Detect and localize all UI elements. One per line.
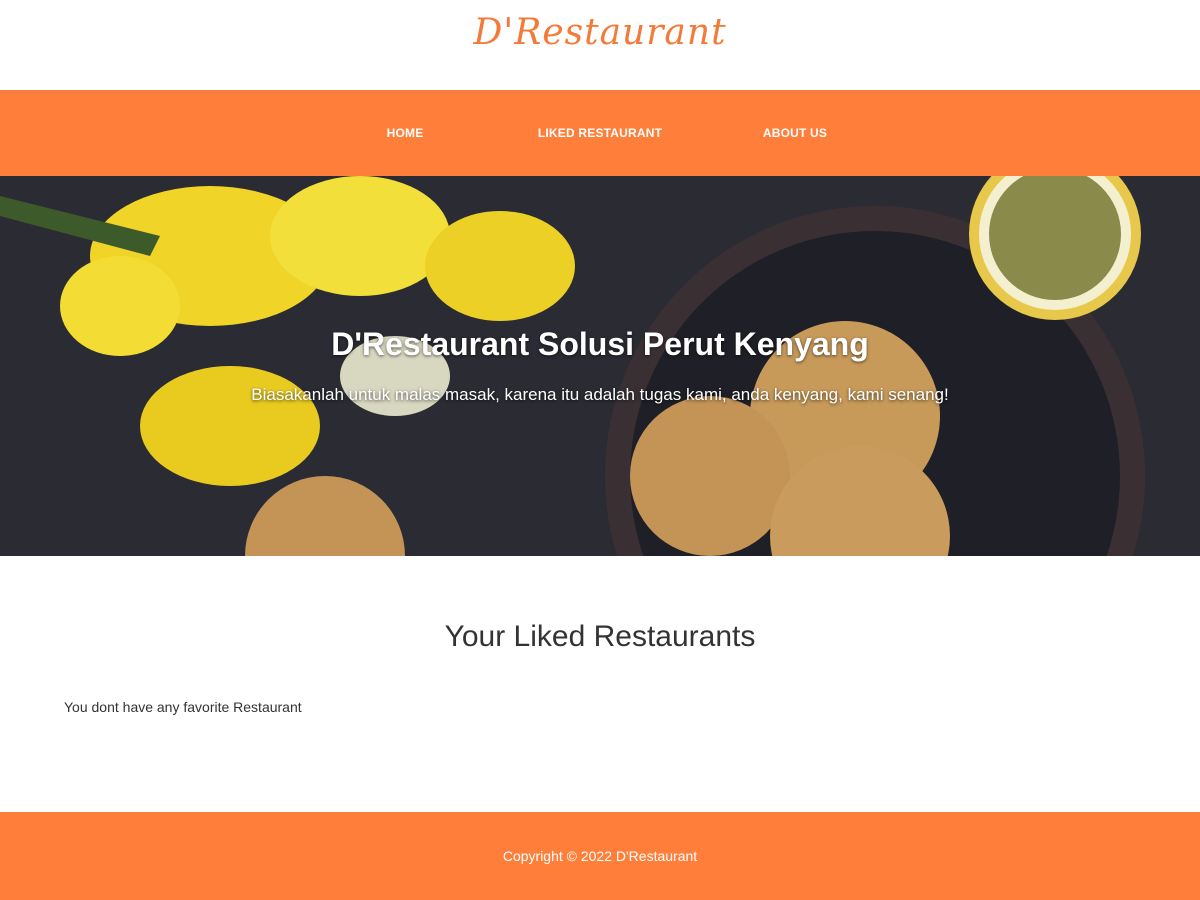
hero-title: D'Restaurant Solusi Perut Kenyang — [331, 326, 869, 362]
nav-about-us[interactable]: ABOUT US — [698, 126, 893, 140]
site-logo[interactable]: D'Restaurant — [0, 12, 1200, 53]
hero-image — [0, 176, 1200, 556]
copyright-text: Copyright © 2022 D'Restaurant — [502, 848, 698, 864]
site-footer: Copyright © 2022 D'Restaurant — [0, 812, 1200, 900]
liked-restaurants-heading: Your Liked Restaurants — [444, 620, 756, 653]
main-nav: HOME LIKED RESTAURANT ABOUT US — [0, 90, 1200, 176]
nav-home[interactable]: HOME — [308, 126, 503, 140]
logo-bar: D'Restaurant — [0, 0, 1200, 90]
empty-state-message: You dont have any favorite Restaurant — [64, 699, 302, 715]
site-header: D'Restaurant HOME LIKED RESTAURANT ABOUT… — [0, 0, 1200, 176]
hero-subtitle: Biasakanlah untuk malas masak, karena it… — [251, 385, 949, 404]
hero-banner: D'Restaurant Solusi Perut Kenyang Biasak… — [0, 176, 1200, 556]
nav-liked-restaurant[interactable]: LIKED RESTAURANT — [503, 126, 698, 140]
main-content: Your Liked Restaurants You dont have any… — [0, 556, 1200, 812]
